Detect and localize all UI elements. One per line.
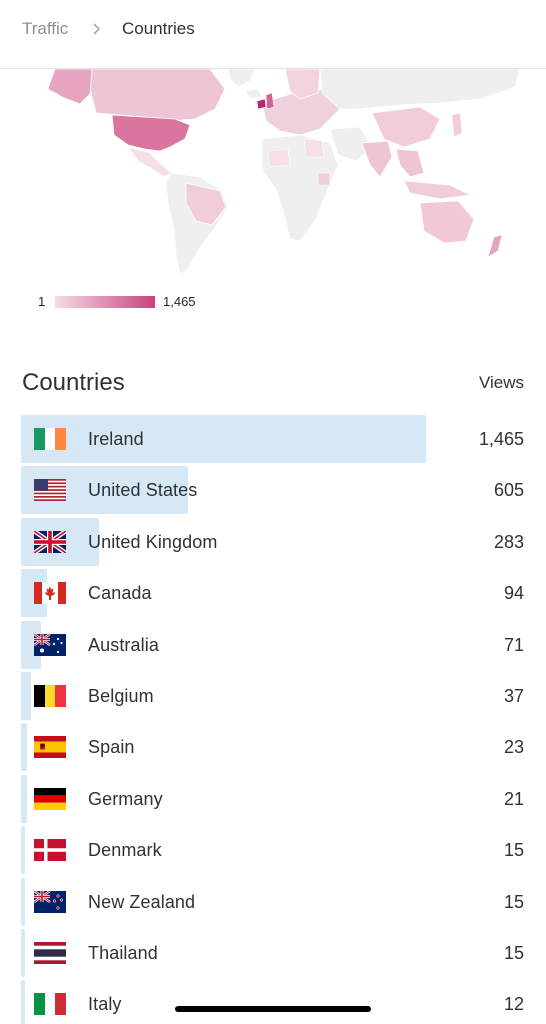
country-name: United States (88, 480, 198, 501)
legend-max-label: 1,465 (163, 294, 196, 309)
country-views: 605 (493, 480, 524, 501)
country-row[interactable]: Australia 71 (0, 619, 546, 671)
country-name: United Kingdom (88, 531, 218, 552)
germany-flag-icon (34, 787, 66, 810)
country-views: 12 (503, 994, 524, 1015)
country-name: Belgium (88, 686, 154, 706)
country-views: 15 (503, 840, 524, 861)
country-name: Canada (88, 583, 152, 604)
canada-flag-icon (34, 582, 66, 605)
country-row[interactable]: Belgium 37 (0, 670, 546, 722)
breadcrumb: Traffic Countries (0, 0, 546, 69)
country-name: New Zealand (88, 891, 196, 912)
country-views: 21 (503, 788, 524, 809)
views-bar (21, 672, 31, 720)
views-column-header: Views (478, 373, 524, 392)
country-row[interactable]: Ireland 1,465 (0, 413, 546, 465)
views-bar (21, 877, 25, 926)
country-name: Italy (88, 994, 122, 1015)
legend-gradient (55, 296, 155, 308)
italy-flag-icon (34, 993, 66, 1016)
country-views: 283 (493, 531, 524, 552)
spain-flag-icon (34, 736, 66, 759)
denmark-flag-icon (34, 839, 66, 862)
australia-flag-icon (34, 633, 66, 656)
countries-page: Traffic Countries 1 1,465 Countries View… (0, 0, 546, 1024)
new-zealand-flag-icon (34, 890, 66, 913)
views-bar (21, 980, 25, 1024)
legend-min-label: 1 (38, 294, 46, 309)
views-bar (21, 929, 25, 977)
country-row[interactable]: Germany 21 (0, 773, 546, 825)
map-egypt (303, 138, 325, 158)
breadcrumb-current: Countries (122, 19, 195, 38)
map-ireland (256, 98, 267, 110)
country-row[interactable]: Italy 12 (0, 978, 546, 1024)
country-row[interactable]: Canada 94 (0, 567, 546, 619)
country-name: Spain (88, 737, 135, 758)
country-name: Ireland (88, 429, 144, 449)
country-row[interactable]: United Kingdom 283 (0, 516, 546, 568)
country-row[interactable]: New Zealand 15 (0, 876, 546, 928)
country-row[interactable]: Denmark 15 (0, 824, 546, 876)
views-bar (21, 723, 27, 772)
country-name: Germany (88, 788, 163, 809)
map-canada (89, 69, 226, 122)
views-bar (21, 826, 25, 875)
country-views: 37 (503, 686, 524, 706)
country-row[interactable]: Spain 23 (0, 721, 546, 773)
country-row[interactable]: United States 605 (0, 464, 546, 516)
world-map[interactable] (0, 69, 546, 279)
country-views: 71 (503, 634, 524, 655)
section-title: Countries (22, 369, 125, 396)
country-name: Denmark (88, 840, 162, 861)
views-bar (21, 774, 27, 823)
map-kenya (317, 172, 331, 186)
country-name: Australia (88, 634, 159, 655)
breadcrumb-traffic-link[interactable]: Traffic (22, 18, 68, 40)
chevron-right-icon (90, 18, 104, 40)
country-views: 15 (503, 891, 524, 912)
map-nigeria (267, 148, 291, 168)
map-japan (451, 112, 463, 138)
country-name: Thailand (88, 943, 158, 963)
views-bar (21, 415, 426, 463)
uk-flag-icon (34, 530, 66, 553)
home-indicator (175, 1006, 371, 1012)
country-row[interactable]: Thailand 15 (0, 927, 546, 979)
belgium-flag-icon (34, 685, 66, 707)
country-views: 1,465 (478, 429, 524, 449)
thailand-flag-icon (34, 942, 66, 964)
country-views: 94 (503, 583, 524, 604)
usa-flag-icon (34, 479, 66, 502)
country-views: 15 (503, 943, 524, 963)
ireland-flag-icon (34, 428, 66, 450)
country-views: 23 (503, 737, 524, 758)
